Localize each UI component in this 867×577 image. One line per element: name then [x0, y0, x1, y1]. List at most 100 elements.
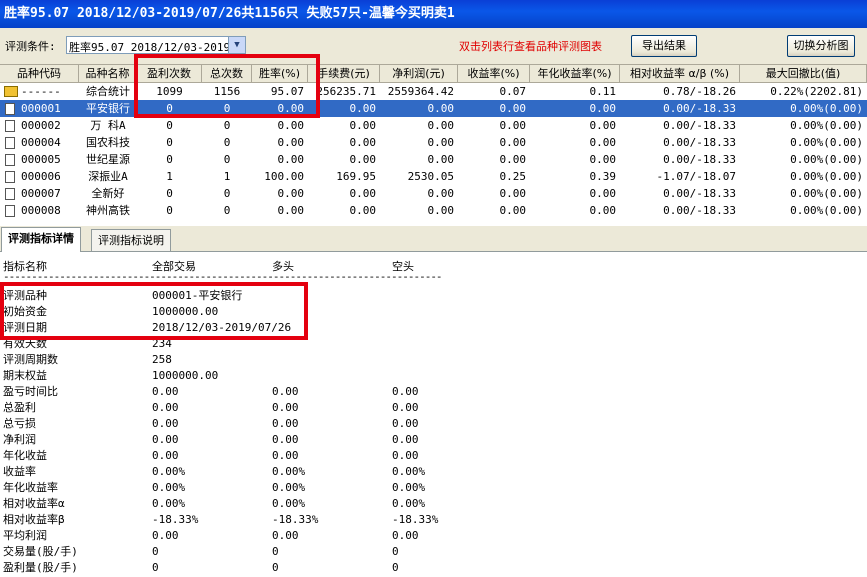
detail-all: 0.00	[152, 449, 179, 462]
cell-win: 1099	[156, 85, 183, 98]
detail-name: 总亏损	[3, 417, 36, 430]
detail-name: 评测日期	[3, 321, 47, 334]
cell-name: 平安银行	[86, 102, 130, 115]
detail-long: 0	[272, 561, 279, 574]
detail-long: 0	[272, 545, 279, 558]
toolbar: 评测条件: 胜率95.07 2018/12/03-2019, ▼ 双击列表行查看…	[0, 28, 867, 64]
column-header-code[interactable]: 品种代码	[0, 65, 79, 82]
cell-total: 0	[223, 204, 231, 217]
cell-relative: 0.00/-18.33	[663, 187, 736, 200]
detail-short: 0.00	[392, 433, 419, 446]
detail-short: 0.00%	[392, 497, 426, 510]
detail-all: 0.00%	[152, 497, 186, 510]
detail-name: 有效天数	[3, 337, 47, 350]
cell-code: 000004	[21, 136, 61, 149]
detail-long: 0.00	[272, 449, 299, 462]
cell-relative: -1.07/-18.07	[656, 170, 736, 183]
condition-value: 胜率95.07 2018/12/03-2019,	[69, 41, 237, 54]
cell-ret: 0.00	[499, 119, 527, 132]
detail-long: 0.00	[272, 417, 299, 430]
detail-name: 评测品种	[3, 289, 47, 302]
results-table: 品种代码 品种名称 盈利次数 总次数 胜率(%) 手续费(元) 净利润(元) 收益率(%) 年化…	[0, 64, 867, 223]
detail-all: 2018/12/03-2019/07/26	[152, 321, 292, 334]
table-row[interactable]: 000006 深振业A 1 1 100.00 169.95 2530.05 0.25 0.39 -…	[0, 168, 867, 185]
detail-long: -18.33%	[272, 513, 319, 526]
cell-annual: 0.00	[589, 136, 617, 149]
cell-fee: 0.00	[349, 119, 377, 132]
cell-code: 000006	[21, 170, 61, 183]
cell-code: 000008	[21, 204, 61, 217]
detail-name: 收益率	[3, 465, 36, 478]
tab-metric-details[interactable]: 评测指标详情	[1, 227, 81, 252]
cell-rate: 100.00	[264, 170, 304, 183]
file-icon	[5, 205, 15, 217]
table-row[interactable]: ------ 综合统计 1099 1156 95.07 256235.71 2559364.…	[0, 83, 867, 100]
chevron-down-icon[interactable]: ▼	[228, 37, 245, 53]
detail-long: 0.00	[272, 433, 299, 446]
file-icon	[5, 154, 15, 166]
column-header-drawdown[interactable]: 最大回撤比(值)	[740, 65, 867, 82]
detail-all: 1000000.00	[152, 305, 219, 318]
table-row[interactable]: 000008 神州高铁 0 0 0.00 0.00 0.00 0.00 0.00 0.00/-18…	[0, 202, 867, 219]
cell-relative: 0.00/-18.33	[663, 204, 736, 217]
switch-chart-button[interactable]: 切换分析图	[787, 35, 855, 57]
detail-all: 234	[152, 337, 172, 350]
cell-name: 国农科技	[86, 136, 130, 149]
condition-select[interactable]: 胜率95.07 2018/12/03-2019, ▼	[66, 36, 246, 54]
cell-profit: 0.00	[427, 204, 455, 217]
cell-profit: 2530.05	[407, 170, 454, 183]
cell-total: 1156	[213, 85, 241, 98]
detail-name: 相对收益率α	[3, 497, 65, 510]
column-header-ret[interactable]: 收益率(%)	[458, 65, 530, 82]
column-header-profit[interactable]: 净利润(元)	[380, 65, 458, 82]
column-header-annual[interactable]: 年化收益率(%)	[530, 65, 620, 82]
cell-ret: 0.25	[499, 170, 527, 183]
detail-long: 0.00	[272, 529, 299, 542]
column-header-relative[interactable]: 相对收益率 α/β (%)	[620, 65, 740, 82]
detail-short: 0.00	[392, 417, 419, 430]
file-icon	[5, 103, 15, 115]
column-header-rate[interactable]: 胜率(%)	[252, 65, 308, 82]
detail-name: 盈利量(股/手)	[3, 561, 78, 574]
cell-drawdown: 0.00%(0.00)	[790, 187, 863, 200]
column-header-fee[interactable]: 手续费(元)	[308, 65, 380, 82]
cell-total: 0	[223, 119, 231, 132]
table-row[interactable]: 000004 国农科技 0 0 0.00 0.00 0.00 0.00 0.00 0.00/-18…	[0, 134, 867, 151]
cell-annual: 0.00	[589, 102, 617, 115]
detail-name: 相对收益率β	[3, 513, 65, 526]
detail-name: 年化收益	[3, 449, 47, 462]
column-header-total[interactable]: 总次数	[202, 65, 252, 82]
table-row[interactable]: 000002 万 科A 0 0 0.00 0.00 0.00 0.00 0.00 0.00/-18…	[0, 117, 867, 134]
column-header-name[interactable]: 品种名称	[79, 65, 137, 82]
table-row[interactable]: 000007 全新好 0 0 0.00 0.00 0.00 0.00 0.00 0.00/-18.…	[0, 185, 867, 202]
file-icon	[5, 171, 15, 183]
cell-drawdown: 0.00%(0.00)	[790, 153, 863, 166]
file-icon	[5, 188, 15, 200]
detail-name: 净利润	[3, 433, 36, 446]
detail-long: 0.00%	[272, 465, 306, 478]
export-button[interactable]: 导出结果	[631, 35, 697, 57]
detail-all: 0.00	[152, 417, 179, 430]
tab-metric-description[interactable]: 评测指标说明	[91, 229, 171, 251]
cell-win: 0	[166, 102, 173, 115]
detail-name: 评测周期数	[3, 353, 58, 366]
column-header-win[interactable]: 盈利次数	[137, 65, 202, 82]
detail-short: -18.33%	[392, 513, 439, 526]
cell-profit: 0.00	[427, 102, 455, 115]
table-row[interactable]: 000005 世纪星源 0 0 0.00 0.00 0.00 0.00 0.00 0.00/-18…	[0, 151, 867, 168]
detail-all: 258	[152, 353, 172, 366]
detail-long: 0.00	[272, 401, 299, 414]
cell-fee: 0.00	[349, 204, 377, 217]
file-icon	[5, 137, 15, 149]
detail-name: 平均利润	[3, 529, 47, 542]
table-row[interactable]: 000001 平安银行 0 0 0.00 0.00 0.00 0.00 0.00 0.00/-18…	[0, 100, 867, 117]
detail-short: 0	[392, 545, 399, 558]
cell-annual: 0.00	[589, 204, 617, 217]
detail-all: 0	[152, 545, 159, 558]
cell-name: 世纪星源	[86, 153, 130, 166]
detail-all: 000001-平安银行	[152, 289, 243, 302]
window-title: 胜率95.07 2018/12/03-2019/07/26共1156只 失败57…	[0, 0, 867, 28]
cell-drawdown: 0.00%(0.00)	[790, 204, 863, 217]
cell-ret: 0.00	[499, 204, 527, 217]
detail-short: 0.00	[392, 401, 419, 414]
